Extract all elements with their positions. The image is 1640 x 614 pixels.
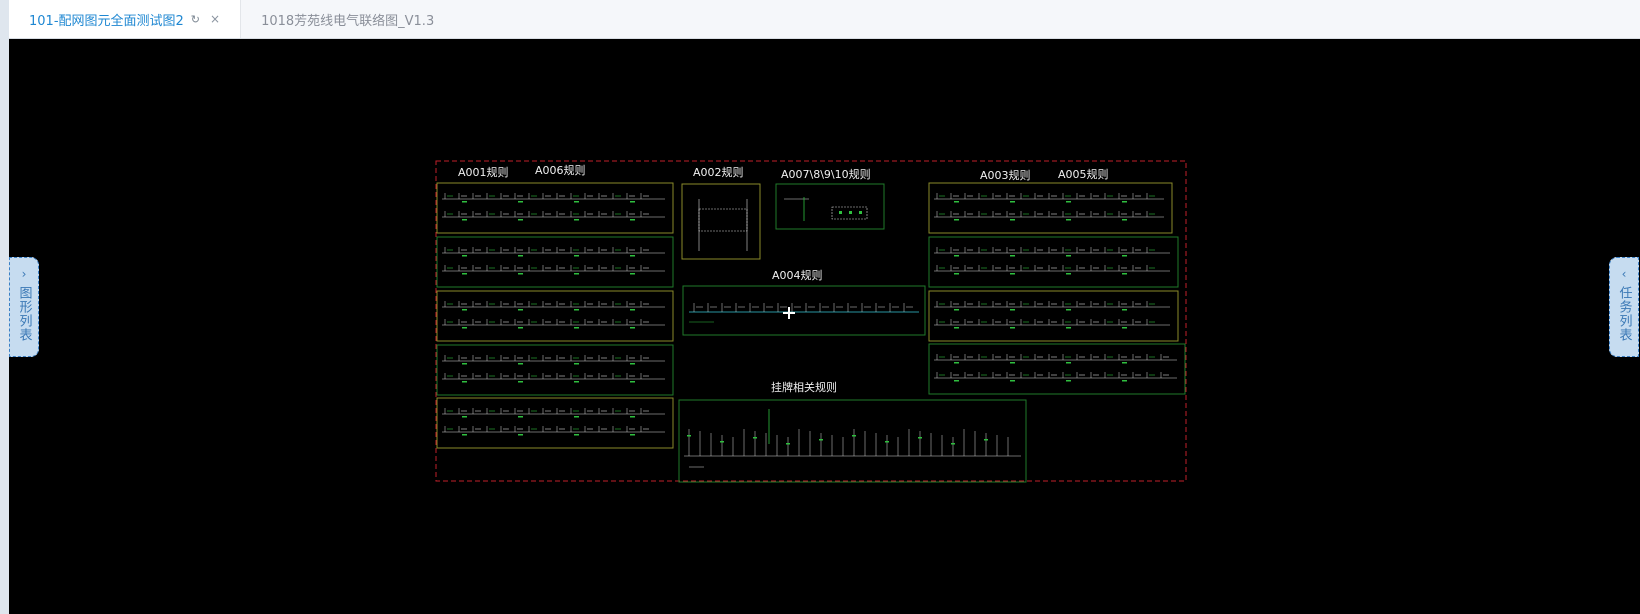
task-list-label: 任务列表 — [1616, 286, 1632, 342]
label-a003: A003规则 — [980, 168, 1031, 182]
chevron-right-icon: › — [21, 267, 27, 281]
tab-101-diagram[interactable]: 101-配网图元全面测试图2 ↻ × — [9, 0, 242, 38]
rule-boxes — [436, 182, 1186, 483]
label-a004: A004规则 — [772, 268, 823, 282]
crosshair-cursor — [783, 307, 795, 319]
label-a007-8-9-10: A007\8\9\10规则 — [781, 167, 871, 181]
tab-label: 101-配网图元全面测试图2 — [29, 13, 184, 29]
label-a002: A002规则 — [693, 165, 744, 179]
schematic-wires — [442, 193, 1177, 468]
chevron-left-icon: ‹ — [1621, 267, 1627, 281]
outer-dashed-border — [435, 160, 1187, 482]
shape-list-label: 图形列表 — [16, 286, 32, 342]
diagram-canvas[interactable]: A001规则 A006规则 A002规则 A007\8\9\10规则 A003规… — [9, 39, 1640, 614]
diagram-svg: A001规则 A006规则 A002规则 A007\8\9\10规则 A003规… — [435, 160, 1187, 483]
label-a001: A001规则 — [458, 165, 509, 179]
label-a005: A005规则 — [1058, 167, 1109, 181]
label-guapai: 挂牌相关规则 — [771, 380, 837, 394]
shape-list-panel-toggle[interactable]: › 图形列表 — [9, 257, 39, 357]
tab-label: 1018芳苑线电气联络图_V1.3 — [261, 13, 435, 29]
tab-1018-diagram[interactable]: 1018芳苑线电气联络图_V1.3 — [241, 0, 454, 38]
label-a006: A006规则 — [535, 163, 586, 177]
close-icon[interactable]: × — [210, 12, 220, 26]
refresh-icon[interactable]: ↻ — [191, 13, 200, 26]
tab-bar: 101-配网图元全面测试图2 ↻ × 1018芳苑线电气联络图_V1.3 — [9, 0, 1640, 39]
task-list-panel-toggle[interactable]: ‹ 任务列表 — [1609, 257, 1639, 357]
